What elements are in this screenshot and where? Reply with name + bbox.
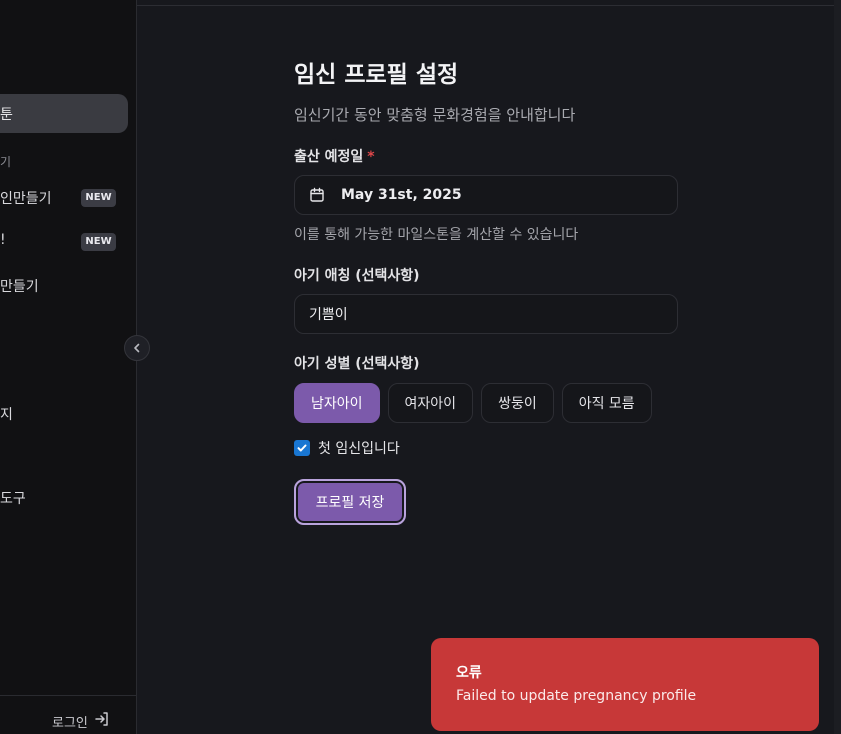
pregnancy-profile-form: 임신 프로필 설정 임신기간 동안 맞춤형 문화경험을 안내합니다 출산 예정일… (294, 58, 678, 525)
chevron-left-icon (131, 342, 143, 354)
nickname-input[interactable]: 기쁨이 (294, 294, 678, 334)
sidebar-item-label: 만들기 (0, 279, 39, 295)
new-badge: NEW (81, 189, 116, 207)
gender-option-unknown[interactable]: 아직 모름 (561, 383, 652, 423)
gender-option-twins[interactable]: 쌍둥이 (481, 383, 554, 423)
sidebar-collapse-button[interactable] (124, 335, 150, 361)
page-subtitle: 임신기간 동안 맞춤형 문화경험을 안내합니다 (294, 106, 576, 124)
sidebar-item-2[interactable]: ! (0, 232, 6, 248)
gender-option-girl[interactable]: 여자아이 (387, 383, 474, 423)
sidebar: 툰 기 인만들기 NEW ! NEW 만들기 지 도구 로그인 (0, 0, 137, 734)
nickname-value: 기쁨이 (309, 307, 348, 323)
error-toast[interactable]: 오류 Failed to update pregnancy profile (431, 638, 819, 731)
gender-options: 남자아이 여자아이 쌍둥이 아직 모름 (294, 383, 678, 423)
scrollbar-track[interactable] (834, 0, 841, 734)
due-date-value: May 31st, 2025 (341, 187, 462, 203)
top-bar (137, 0, 834, 6)
save-profile-button[interactable]: 프로필 저장 (294, 479, 406, 525)
nickname-label: 아기 애칭 (선택사항) (294, 268, 420, 284)
sidebar-item-label: 지 (0, 407, 13, 423)
first-pregnancy-checkbox[interactable] (294, 440, 310, 456)
login-icon (94, 711, 110, 731)
sidebar-item-1[interactable]: 인만들기 (0, 188, 52, 208)
sidebar-item-label: 도구 (0, 491, 26, 507)
sidebar-item-label: 인만들기 (0, 191, 52, 207)
sidebar-item-5[interactable]: 도구 (0, 488, 26, 508)
due-date-label: 출산 예정일 * (294, 146, 678, 166)
sidebar-item-3[interactable]: 만들기 (0, 276, 39, 296)
toast-title: 오류 (456, 665, 482, 681)
sidebar-item-label: 툰 (0, 107, 13, 123)
first-pregnancy-label: 첫 임신입니다 (318, 441, 400, 457)
calendar-icon (309, 187, 325, 203)
due-date-picker[interactable]: May 31st, 2025 (294, 175, 678, 215)
due-date-label-text: 출산 예정일 (294, 149, 364, 165)
sidebar-section-label: 기 (0, 155, 12, 169)
sidebar-item-label: ! (0, 232, 6, 248)
page-title: 임신 프로필 설정 (294, 62, 459, 88)
first-pregnancy-row: 첫 임신입니다 (294, 438, 678, 458)
login-button[interactable]: 로그인 (52, 711, 110, 731)
gender-label: 아기 성별 (선택사항) (294, 356, 420, 372)
sidebar-divider (0, 695, 136, 696)
due-date-hint: 이를 통해 가능한 마일스톤을 계산할 수 있습니다 (294, 227, 579, 243)
sidebar-item-active[interactable]: 툰 (0, 94, 128, 133)
login-label: 로그인 (52, 715, 88, 731)
toast-message: Failed to update pregnancy profile (456, 688, 697, 704)
required-mark: * (367, 149, 375, 165)
sidebar-item-4[interactable]: 지 (0, 404, 13, 424)
gender-option-boy[interactable]: 남자아이 (294, 383, 380, 423)
new-badge: NEW (81, 233, 116, 251)
